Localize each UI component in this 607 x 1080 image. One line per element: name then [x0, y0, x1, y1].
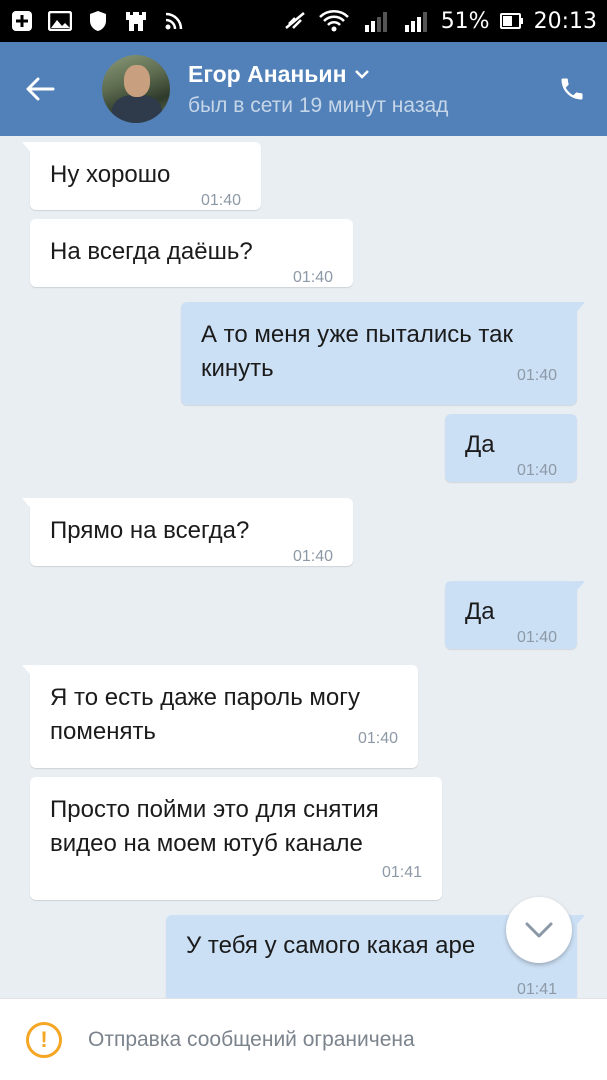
chevron-down-icon: [525, 922, 553, 938]
message-text: У тебя у самого какая аре: [186, 932, 476, 959]
message-time: 01:40: [200, 192, 241, 209]
message-text: Я то есть даже пароль могу поменять: [50, 684, 360, 745]
avatar-figure-face: [124, 65, 150, 97]
back-button[interactable]: [0, 42, 80, 136]
message-text: А то меня уже пытались так кинуть: [201, 321, 513, 382]
contact-info[interactable]: Егор Ананьин был в сети 19 минут назад: [188, 61, 448, 118]
restriction-notice: Отправка сообщений ограничена: [88, 1027, 415, 1051]
system-indicators: 51% 20:13: [283, 9, 597, 34]
bubble-tail: [573, 581, 585, 595]
message-time: 01:40: [516, 462, 557, 479]
mute-icon: [283, 10, 307, 32]
message-time: 01:40: [357, 730, 398, 747]
add-notification-icon: [10, 10, 34, 32]
call-button[interactable]: [537, 42, 607, 136]
bubble-tail: [22, 665, 34, 679]
message-incoming[interactable]: Прямо на всегда? 01:40: [22, 498, 353, 566]
notification-icons: [10, 10, 186, 32]
rss-icon: [162, 10, 186, 32]
message-incoming[interactable]: Я то есть даже пароль могу поменять 01:4…: [22, 665, 418, 768]
warning-icon: !: [26, 1021, 62, 1058]
clock: 20:13: [533, 8, 597, 34]
castle-icon: [124, 10, 148, 32]
bubble-tail: [22, 498, 34, 512]
phone-icon: [561, 78, 583, 100]
message-outgoing[interactable]: Да 01:40: [445, 414, 577, 482]
message-list[interactable]: Ну хорошо 01:40 На всегда даёшь? 01:40 А…: [0, 136, 607, 998]
message-outgoing[interactable]: Да 01:40: [445, 581, 585, 649]
status-bar: 51% 20:13: [0, 0, 607, 42]
gallery-icon: [48, 10, 72, 32]
signal-sim1-icon: [361, 10, 391, 32]
wifi-icon: [317, 10, 351, 32]
battery-icon: [499, 10, 524, 32]
avatar[interactable]: [102, 55, 170, 123]
message-time: 01:40: [292, 269, 333, 286]
contact-name: Егор Ананьин: [188, 60, 347, 87]
message-time: 01:40: [516, 629, 557, 646]
bubble-tail: [22, 142, 34, 156]
chat-header: Егор Ананьин был в сети 19 минут назад: [0, 42, 607, 136]
scroll-to-bottom-button[interactable]: [506, 897, 572, 963]
message-time: 01:41: [516, 981, 557, 998]
message-incoming[interactable]: На всегда даёшь? 01:40: [30, 219, 353, 287]
message-incoming[interactable]: Просто пойми это для снятия видео на мое…: [30, 777, 442, 900]
message-time: 01:40: [516, 367, 557, 384]
message-incoming[interactable]: Ну хорошо 01:40: [22, 142, 261, 210]
arrow-left-icon: [26, 77, 55, 101]
last-seen-status: был в сети 19 минут назад: [188, 93, 449, 117]
messaging-restricted-bar: ! Отправка сообщений ограничена: [0, 998, 607, 1080]
avatar-figure-body: [112, 95, 162, 123]
message-text: Просто пойми это для снятия видео на мое…: [50, 796, 379, 857]
signal-sim2-icon: [401, 10, 431, 32]
bubble-tail: [573, 302, 585, 316]
message-outgoing[interactable]: А то меня уже пытались так кинуть 01:40: [181, 302, 585, 405]
message-time: 01:40: [292, 548, 333, 565]
message-time: 01:41: [381, 864, 422, 881]
bubble-tail: [573, 915, 585, 929]
shield-icon: [86, 10, 110, 32]
battery-percent: 51%: [440, 8, 490, 34]
message-text: Прямо на всегда?: [50, 517, 250, 544]
message-text: На всегда даёшь?: [50, 238, 253, 265]
chevron-down-icon: [355, 70, 370, 79]
